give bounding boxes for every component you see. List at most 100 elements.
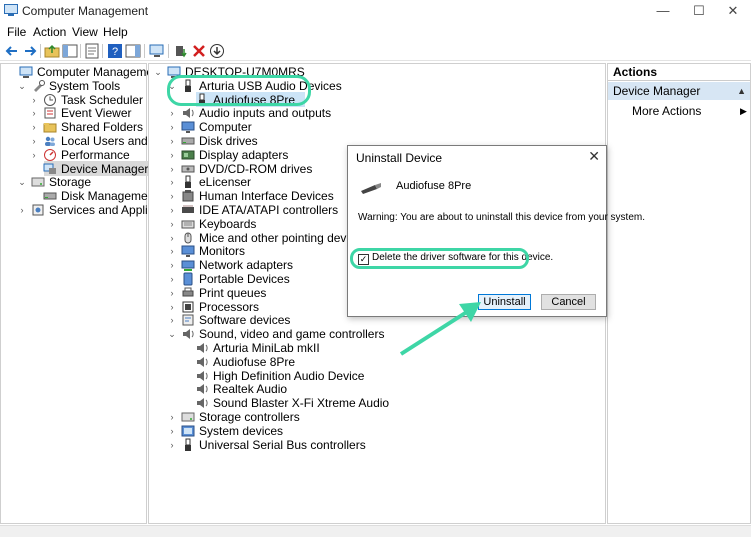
action-pane-icon[interactable]	[125, 43, 141, 59]
device-tree-item[interactable]: › DVD/CD-ROM drives	[167, 162, 313, 176]
chevron-right-icon[interactable]: ›	[29, 148, 39, 162]
device-tree-item[interactable]: Sound Blaster X-Fi Xtreme Audio	[181, 396, 389, 410]
chevron-right-icon[interactable]: ›	[167, 175, 177, 189]
up-folder-icon[interactable]	[44, 43, 60, 59]
device-tree-item[interactable]: › Portable Devices	[167, 272, 290, 286]
device-tree-item[interactable]: › Audio inputs and outputs	[167, 106, 332, 120]
chevron-right-icon[interactable]: ›	[167, 106, 177, 120]
dialog-close-button[interactable]: ✕	[588, 148, 600, 165]
horizontal-scrollbar[interactable]	[0, 525, 751, 537]
device-tree-item[interactable]: Audiofuse 8Pre	[181, 91, 305, 107]
console-tree-item[interactable]: ⌄ Storage	[17, 175, 91, 189]
device-tree-item[interactable]: › System devices	[167, 424, 284, 438]
device-tree-item[interactable]: › Processors	[167, 300, 260, 314]
chevron-right-icon[interactable]: ›	[167, 244, 177, 258]
device-tree-item[interactable]: › Software devices	[167, 313, 291, 327]
device-tree-item[interactable]: Arturia MiniLab mkII	[181, 341, 320, 355]
chevron-right-icon[interactable]: ›	[167, 410, 177, 424]
device-tree-item[interactable]: › Display adapters	[167, 148, 289, 162]
computer-icon	[167, 66, 181, 78]
chevron-right-icon[interactable]: ›	[29, 120, 39, 134]
chevron-down-icon[interactable]: ⌄	[153, 65, 163, 79]
close-button[interactable]: ✕	[715, 0, 751, 22]
chevron-right-icon[interactable]: ›	[167, 286, 177, 300]
chevron-right-icon[interactable]: ›	[167, 134, 177, 148]
chevron-right-icon[interactable]: ›	[167, 162, 177, 176]
uninstall-x-icon[interactable]	[191, 43, 207, 59]
chevron-right-icon[interactable]: ›	[167, 424, 177, 438]
minimize-button[interactable]: —	[645, 0, 681, 22]
device-tree-item[interactable]: › Storage controllers	[167, 410, 300, 424]
chevron-down-icon[interactable]: ⌄	[167, 327, 177, 341]
properties-icon[interactable]	[84, 43, 100, 59]
console-tree-item[interactable]: › Local Users and Groups	[29, 134, 191, 148]
device-tree-item[interactable]: › eLicenser	[167, 175, 252, 189]
delete-driver-checkbox[interactable]: ✓	[358, 254, 369, 265]
more-actions-link[interactable]: More Actions	[632, 104, 701, 118]
download-icon[interactable]	[209, 43, 225, 59]
chevron-right-icon[interactable]: ›	[167, 231, 177, 245]
chevron-right-icon[interactable]: ›	[167, 217, 177, 231]
chevron-right-icon[interactable]: ›	[29, 93, 39, 107]
console-tree-item[interactable]: Computer Management (Local	[5, 65, 199, 79]
menu-help[interactable]: Help	[103, 25, 128, 39]
console-tree-item[interactable]: › Shared Folders	[29, 120, 144, 134]
show-hide-tree-icon[interactable]	[62, 43, 78, 59]
device-tree-item[interactable]: › Monitors	[167, 244, 246, 258]
device-tree-item[interactable]: › Print queues	[167, 286, 267, 300]
device-tree-item[interactable]: › Network adapters	[167, 258, 294, 272]
chevron-right-icon[interactable]: ›	[167, 120, 177, 134]
back-arrow-icon[interactable]	[4, 43, 20, 59]
device-tree-item[interactable]: ⌄ DESKTOP-U7M0MRS	[153, 65, 305, 79]
chevron-right-icon[interactable]: ›	[167, 189, 177, 203]
chevron-right-icon[interactable]: ›	[29, 134, 39, 148]
device-tree-item[interactable]: › Human Interface Devices	[167, 189, 334, 203]
device-tree-label: Audio inputs and outputs	[199, 106, 332, 121]
device-tree-item[interactable]: ⌄ Sound, video and game controllers	[167, 327, 384, 341]
device-tree-item[interactable]: › Universal Serial Bus controllers	[167, 438, 366, 452]
menu-file[interactable]: File	[7, 25, 26, 39]
caret-up-icon[interactable]: ▲	[737, 82, 746, 100]
device-tree-item[interactable]: › IDE ATA/ATAPI controllers	[167, 203, 339, 217]
menu-action[interactable]: Action	[33, 25, 66, 39]
device-tree-item[interactable]: › Keyboards	[167, 217, 257, 231]
help-icon[interactable]: ?	[107, 43, 123, 59]
chevron-right-icon[interactable]: ›	[167, 203, 177, 217]
device-tree-item[interactable]: Audiofuse 8Pre	[181, 355, 295, 369]
console-tree-item[interactable]: › Event Viewer	[29, 106, 132, 120]
device-tree-item[interactable]: › Mice and other pointing devices	[167, 231, 368, 245]
uninstall-button[interactable]: Uninstall	[478, 294, 531, 310]
chevron-down-icon[interactable]: ⌄	[17, 175, 27, 189]
device-tree-label: Monitors	[199, 244, 246, 259]
maximize-button[interactable]: ☐	[681, 0, 717, 22]
chevron-right-icon[interactable]: ›	[167, 438, 177, 452]
delete-driver-label[interactable]: Delete the driver software for this devi…	[372, 252, 553, 263]
forward-arrow-icon[interactable]	[22, 43, 38, 59]
console-tree-item[interactable]: ⌄ System Tools	[17, 79, 120, 93]
chevron-right-icon[interactable]: ›	[29, 106, 39, 120]
chevron-right-icon[interactable]: ›	[167, 148, 177, 162]
chevron-down-icon[interactable]: ⌄	[17, 79, 27, 93]
console-tree-item[interactable]: › Services and Applications	[17, 203, 186, 217]
device-tree-item[interactable]: › Computer	[167, 120, 252, 134]
actions-device-manager[interactable]: Device Manager ▲	[608, 82, 750, 100]
console-tree-item[interactable]: Disk Management	[29, 189, 158, 203]
speaker-icon	[197, 384, 208, 395]
chevron-right-icon[interactable]: ›	[167, 272, 177, 286]
chevron-right-icon[interactable]: ›	[17, 203, 27, 217]
speaker-icon	[197, 356, 208, 367]
chevron-right-icon[interactable]: ›	[167, 258, 177, 272]
menu-view[interactable]: View	[72, 25, 98, 39]
device-tree-item[interactable]: Realtek Audio	[181, 382, 287, 396]
console-tree-item[interactable]: Device Manager	[29, 160, 153, 176]
chevron-down-icon[interactable]: ⌄	[167, 79, 177, 93]
scan-hardware-icon[interactable]	[149, 43, 165, 59]
console-tree-item[interactable]: › Task Scheduler	[29, 93, 144, 107]
chevron-right-icon[interactable]: ›	[167, 300, 177, 314]
chevron-right-icon[interactable]: ›	[167, 313, 177, 327]
update-driver-icon[interactable]	[173, 43, 189, 59]
device-tree-item[interactable]: High Definition Audio Device	[181, 369, 364, 383]
cancel-button[interactable]: Cancel	[541, 294, 596, 310]
device-tree-item[interactable]: › Disk drives	[167, 134, 258, 148]
device-tree-label: Network adapters	[199, 258, 294, 273]
